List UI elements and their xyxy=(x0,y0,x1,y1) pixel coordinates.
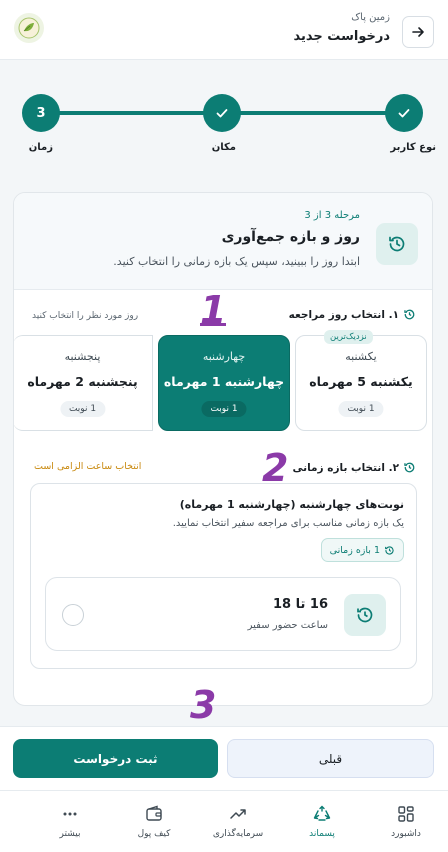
day-date: یکشنبه 5 مهرماه xyxy=(309,374,413,389)
nav-label: کیف پول xyxy=(137,829,171,839)
day-section-title: ۱. انتخاب روز مراجعه xyxy=(289,308,416,321)
required-hint: انتخاب ساعت الزامی است xyxy=(34,461,142,472)
day-section-hint: روز مورد نظر را انتخاب کنید xyxy=(32,311,139,321)
nav-item-more[interactable]: بیشتر xyxy=(28,791,112,852)
step-3-label: زمان xyxy=(28,142,53,153)
slot-count-badge: 1 بازه زمانی xyxy=(320,538,404,562)
check-icon xyxy=(216,109,228,118)
day-slot-badge: 1 نوبت xyxy=(338,401,384,417)
clock-history-icon xyxy=(404,309,415,320)
slot-section-title: ۲. انتخاب بازه زمانی xyxy=(293,461,416,474)
step-1-label: نوع کاربر xyxy=(390,142,436,153)
day-option-thursday[interactable]: پنجشنبه پنجشنبه 2 مهرماه 1 نوبت xyxy=(14,335,153,431)
nav-label: بیشتر xyxy=(59,829,81,839)
slot-radio[interactable] xyxy=(62,604,84,626)
previous-button[interactable]: قبلی xyxy=(227,739,434,778)
day-slot-badge: 1 نوبت xyxy=(59,401,106,417)
clock-history-icon xyxy=(344,594,386,636)
card-description: ابتدا روز را ببینید، سپس یک بازه زمانی ر… xyxy=(113,255,360,268)
day-name: یکشنبه xyxy=(345,350,377,363)
header-subtitle: زمین پاک xyxy=(351,12,390,23)
nav-item-waste[interactable]: پسماند xyxy=(280,791,364,852)
bottom-nav: داشبورد پسماند سرمایه‌گذاری کیف پول بیشت… xyxy=(0,790,448,852)
slots-description: یک بازه زمانی مناسب برای مراجعه سفیر انت… xyxy=(172,518,404,529)
slot-subtitle: ساعت حضور سفیر xyxy=(247,620,328,631)
time-slot-option[interactable]: 16 تا 18 ساعت حضور سفیر xyxy=(45,577,401,651)
submit-request-button[interactable]: ثبت درخواست xyxy=(13,739,218,778)
card-title: روز و بازه جمع‌آوری xyxy=(221,229,360,245)
recycle-icon xyxy=(313,805,331,821)
card-header: مرحله 3 از 3 روز و بازه جمع‌آوری ابتدا ر… xyxy=(14,193,432,290)
day-section-label: ۱. انتخاب روز مراجعه xyxy=(288,308,399,321)
leaf-logo-icon xyxy=(18,17,40,39)
day-date: چهارشنبه 1 مهرماه xyxy=(163,374,285,389)
clock-history-icon xyxy=(404,462,415,473)
slot-section-label: ۲. انتخاب بازه زمانی xyxy=(292,461,399,474)
day-slot-badge: 1 نوبت xyxy=(201,401,247,417)
nav-label: داشبورد xyxy=(391,829,421,839)
arrow-right-icon xyxy=(412,27,424,37)
more-icon xyxy=(63,812,77,816)
step-2-circle xyxy=(203,94,241,132)
day-option-wednesday[interactable]: چهارشنبه چهارشنبه 1 مهرماه 1 نوبت xyxy=(158,335,290,431)
slots-box: نوبت‌های چهارشنبه (چهارشنبه 1 مهرماه) یک… xyxy=(30,483,417,669)
app-logo xyxy=(14,13,44,43)
step-3-circle: 3 xyxy=(22,94,60,132)
nav-label: پسماند xyxy=(309,829,335,839)
nav-item-wallet[interactable]: کیف پول xyxy=(112,791,196,852)
slot-count-label: 1 بازه زمانی xyxy=(329,544,380,556)
schedule-card: مرحله 3 از 3 روز و بازه جمع‌آوری ابتدا ر… xyxy=(13,192,433,706)
check-icon xyxy=(398,109,410,118)
slot-time: 16 تا 18 xyxy=(272,597,328,612)
day-date: پنجشنبه 2 مهرماه xyxy=(27,374,138,389)
progress-stepper: 3 نوع کاربر مکان زمان xyxy=(0,92,448,162)
wallet-icon xyxy=(146,805,162,821)
day-option-sunday[interactable]: نزدیک‌ترین یکشنبه یکشنبه 5 مهرماه 1 نوبت xyxy=(295,330,427,431)
day-name: پنجشنبه xyxy=(64,350,101,363)
step-2-label: مکان xyxy=(211,142,236,153)
back-button[interactable] xyxy=(402,16,434,48)
nearest-tag: نزدیک‌ترین xyxy=(324,330,373,344)
page-title: درخواست جدید xyxy=(293,29,390,44)
annotation-3: 3 xyxy=(190,683,217,727)
step-1-circle xyxy=(385,94,423,132)
nav-item-investment[interactable]: سرمایه‌گذاری xyxy=(196,791,280,852)
nav-label: سرمایه‌گذاری xyxy=(212,829,264,839)
annotation-1: 1 xyxy=(200,288,227,332)
clock-history-icon xyxy=(385,545,394,555)
nav-item-dashboard[interactable]: داشبورد xyxy=(364,791,448,852)
day-name: چهارشنبه xyxy=(202,350,246,363)
action-bar: ثبت درخواست قبلی xyxy=(0,726,448,790)
app-header: زمین پاک درخواست جدید xyxy=(0,0,448,60)
clock-history-icon xyxy=(376,223,418,265)
annotation-2: 2 xyxy=(262,446,289,490)
step-of-label: مرحله 3 از 3 xyxy=(304,210,360,221)
slots-title: نوبت‌های چهارشنبه (چهارشنبه 1 مهرماه) xyxy=(179,498,404,511)
grid-icon xyxy=(398,806,414,822)
trend-icon xyxy=(230,809,246,819)
